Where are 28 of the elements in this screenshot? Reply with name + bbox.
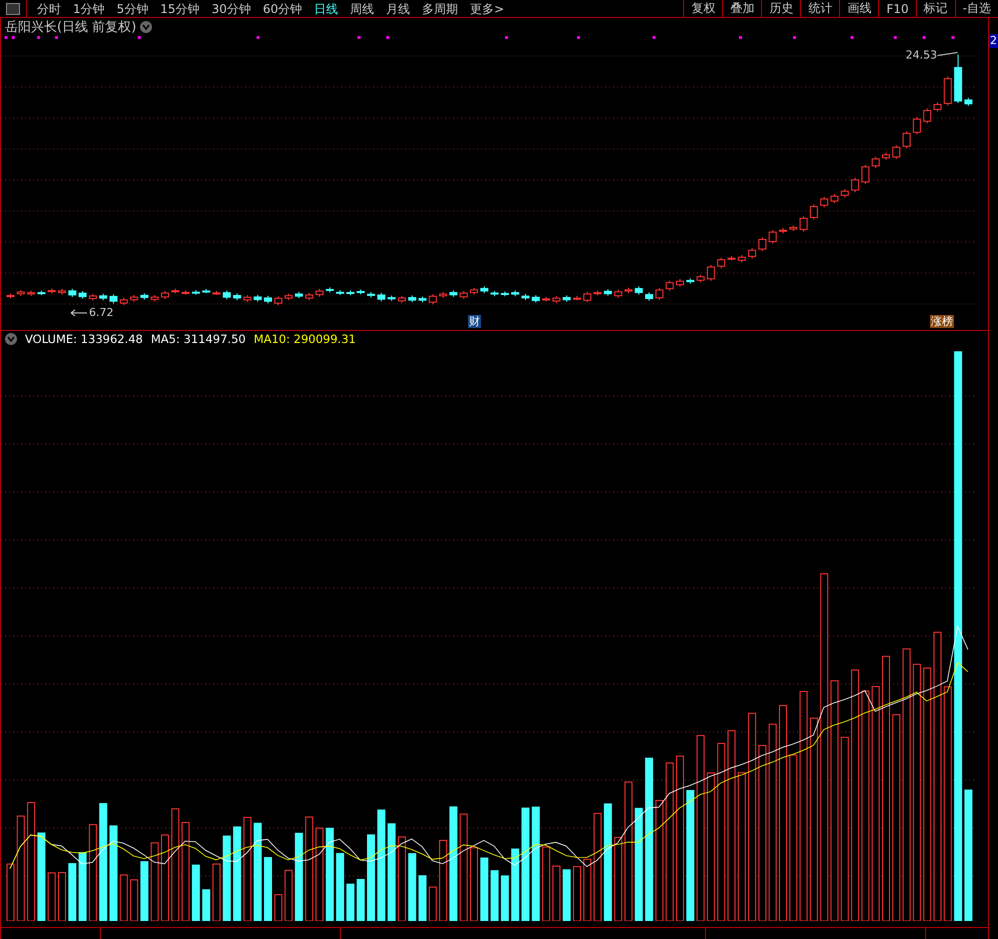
period-tab[interactable]: 月线 — [380, 0, 416, 16]
period-tab[interactable]: 周线 — [344, 0, 380, 16]
chart-title: 岳阳兴长(日线 前复权) — [5, 19, 136, 36]
toolbar-button[interactable]: 画线 — [839, 0, 878, 18]
period-tab[interactable]: 日线 — [308, 0, 344, 16]
toolbar-button[interactable]: -自选 — [954, 0, 998, 18]
high-price-label: 24.53 — [906, 48, 938, 62]
toolbar-button[interactable]: 复权 — [683, 0, 722, 18]
period-tab[interactable]: 多周期 — [416, 0, 464, 16]
low-price-label: 6.72 — [89, 306, 114, 319]
toolbar-button[interactable]: 标记 — [916, 0, 955, 18]
period-tab[interactable]: 5分钟 — [110, 0, 154, 16]
toolbar-button[interactable]: F10 — [878, 0, 916, 18]
indicator-value: VOLUME: 133962.48 — [25, 332, 143, 346]
price-axis-label: 2 — [989, 34, 998, 48]
period-tab[interactable]: 30分钟 — [206, 0, 257, 16]
period-tab[interactable]: 15分钟 — [154, 0, 206, 16]
indicator-value: MA10: 290099.31 — [254, 332, 356, 346]
period-tab[interactable]: 1分钟 — [67, 0, 111, 16]
period-tab[interactable]: 更多> — [464, 0, 510, 16]
period-tab[interactable]: 分时 — [31, 0, 67, 16]
toolbar-button[interactable]: 统计 — [800, 0, 840, 18]
period-tab[interactable]: 60分钟 — [256, 0, 308, 16]
event-badge[interactable]: 涨榜 — [930, 315, 954, 328]
indicator-value: MA5: 311497.50 — [150, 332, 246, 346]
toolbar-button[interactable]: 叠加 — [722, 0, 762, 18]
toolbar-button[interactable]: 历史 — [761, 0, 800, 18]
event-badge[interactable]: 财 — [468, 315, 481, 328]
